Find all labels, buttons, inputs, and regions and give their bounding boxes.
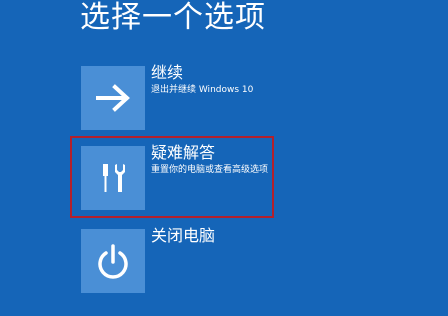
continue-tile[interactable] [81,66,145,130]
page-title: 选择一个选项 [80,0,266,35]
arrow-right-icon [96,84,130,112]
shutdown-tile[interactable] [81,229,145,293]
troubleshoot-tile[interactable] [81,146,145,210]
tools-icon [103,164,125,192]
troubleshoot-option[interactable]: 疑难解答 重置你的电脑或查看高级选项 [81,143,441,210]
continue-option[interactable]: 继续 退出并继续 Windows 10 [81,63,441,130]
power-icon [98,244,128,279]
shutdown-option[interactable]: 关闭电脑 [81,226,441,293]
continue-description: 退出并继续 Windows 10 [151,85,254,95]
shutdown-title: 关闭电脑 [151,226,216,245]
troubleshoot-title: 疑难解答 [151,143,216,162]
continue-title: 继续 [151,63,184,82]
troubleshoot-description: 重置你的电脑或查看高级选项 [151,165,269,175]
